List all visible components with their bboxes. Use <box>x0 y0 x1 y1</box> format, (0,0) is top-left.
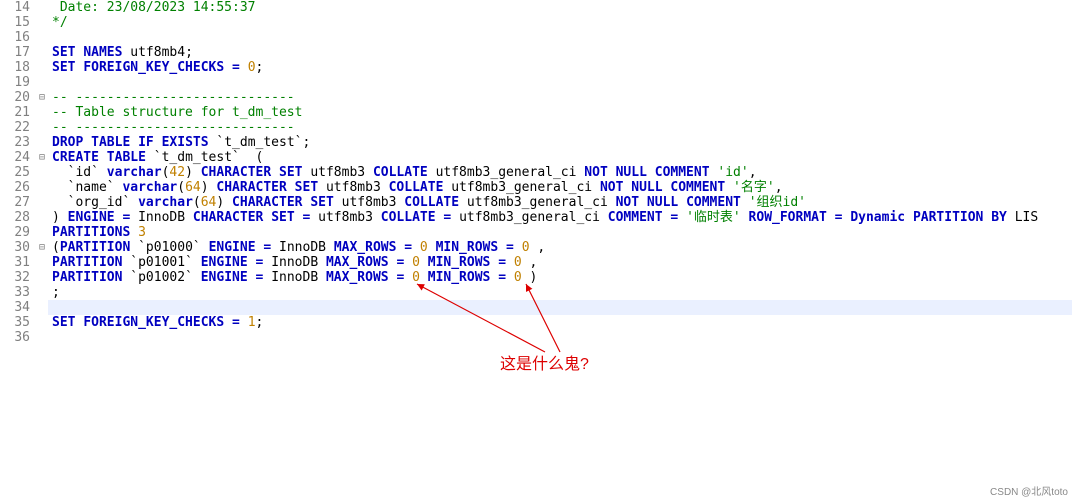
code-line[interactable]: */ <box>48 15 1072 30</box>
code-line[interactable]: PARTITION `p01002` ENGINE = InnoDB MAX_R… <box>48 270 1072 285</box>
code-line[interactable]: PARTITIONS 3 <box>48 225 1072 240</box>
fold-spacer <box>36 180 48 195</box>
line-number: 18 <box>0 60 30 75</box>
code-line[interactable]: `name` varchar(64) CHARACTER SET utf8mb3… <box>48 180 1072 195</box>
line-number: 33 <box>0 285 30 300</box>
line-number: 29 <box>0 225 30 240</box>
fold-spacer <box>36 15 48 30</box>
line-number: 26 <box>0 180 30 195</box>
fold-column[interactable]: ⊟ ⊟ ⊟ <box>36 0 48 500</box>
code-line[interactable] <box>48 300 1072 315</box>
code-line[interactable]: -- ---------------------------- <box>48 120 1072 135</box>
fold-spacer <box>36 315 48 330</box>
fold-spacer <box>36 165 48 180</box>
line-number: 28 <box>0 210 30 225</box>
fold-spacer <box>36 105 48 120</box>
line-number: 22 <box>0 120 30 135</box>
fold-toggle-icon[interactable]: ⊟ <box>36 90 48 105</box>
code-line[interactable]: `org_id` varchar(64) CHARACTER SET utf8m… <box>48 195 1072 210</box>
code-line[interactable]: SET NAMES utf8mb4; <box>48 45 1072 60</box>
line-number: 30 <box>0 240 30 255</box>
fold-spacer <box>36 255 48 270</box>
code-line[interactable] <box>48 330 1072 345</box>
fold-spacer <box>36 75 48 90</box>
code-line[interactable]: SET FOREIGN_KEY_CHECKS = 0; <box>48 60 1072 75</box>
code-line[interactable]: (PARTITION `p01000` ENGINE = InnoDB MAX_… <box>48 240 1072 255</box>
watermark: CSDN @北风toto <box>990 483 1068 498</box>
fold-spacer <box>36 45 48 60</box>
code-line[interactable]: SET FOREIGN_KEY_CHECKS = 1; <box>48 315 1072 330</box>
line-number: 25 <box>0 165 30 180</box>
code-editor[interactable]: 1415161718192021222324252627282930313233… <box>0 0 1072 500</box>
fold-spacer <box>36 285 48 300</box>
line-number: 34 <box>0 300 30 315</box>
code-line[interactable]: Date: 23/08/2023 14:55:37 <box>48 0 1072 15</box>
code-line[interactable]: PARTITION `p01001` ENGINE = InnoDB MAX_R… <box>48 255 1072 270</box>
fold-spacer <box>36 30 48 45</box>
fold-spacer <box>36 300 48 315</box>
code-line[interactable]: `id` varchar(42) CHARACTER SET utf8mb3 C… <box>48 165 1072 180</box>
fold-spacer <box>36 270 48 285</box>
line-gutter: 1415161718192021222324252627282930313233… <box>0 0 36 500</box>
code-line[interactable]: ; <box>48 285 1072 300</box>
line-number: 32 <box>0 270 30 285</box>
fold-toggle-icon[interactable]: ⊟ <box>36 150 48 165</box>
line-number: 17 <box>0 45 30 60</box>
fold-spacer <box>36 60 48 75</box>
fold-spacer <box>36 330 48 345</box>
code-line[interactable] <box>48 30 1072 45</box>
code-line[interactable]: -- ---------------------------- <box>48 90 1072 105</box>
code-line[interactable]: -- Table structure for t_dm_test <box>48 105 1072 120</box>
fold-spacer <box>36 195 48 210</box>
fold-spacer <box>36 225 48 240</box>
line-number: 14 <box>0 0 30 15</box>
fold-spacer <box>36 210 48 225</box>
line-number: 31 <box>0 255 30 270</box>
line-number: 23 <box>0 135 30 150</box>
fold-spacer <box>36 120 48 135</box>
line-number: 19 <box>0 75 30 90</box>
code-line[interactable] <box>48 75 1072 90</box>
line-number: 15 <box>0 15 30 30</box>
fold-toggle-icon[interactable]: ⊟ <box>36 240 48 255</box>
line-number: 27 <box>0 195 30 210</box>
annotation-text: 这是什么鬼? <box>500 350 589 374</box>
code-line[interactable]: DROP TABLE IF EXISTS `t_dm_test`; <box>48 135 1072 150</box>
line-number: 16 <box>0 30 30 45</box>
fold-spacer <box>36 135 48 150</box>
line-number: 20 <box>0 90 30 105</box>
line-number: 36 <box>0 330 30 345</box>
code-line[interactable]: CREATE TABLE `t_dm_test` ( <box>48 150 1072 165</box>
fold-spacer <box>36 0 48 15</box>
code-area[interactable]: Date: 23/08/2023 14:55:37*/ SET NAMES utf… <box>48 0 1072 500</box>
code-line[interactable]: ) ENGINE = InnoDB CHARACTER SET = utf8mb… <box>48 210 1072 225</box>
line-number: 35 <box>0 315 30 330</box>
line-number: 21 <box>0 105 30 120</box>
line-number: 24 <box>0 150 30 165</box>
